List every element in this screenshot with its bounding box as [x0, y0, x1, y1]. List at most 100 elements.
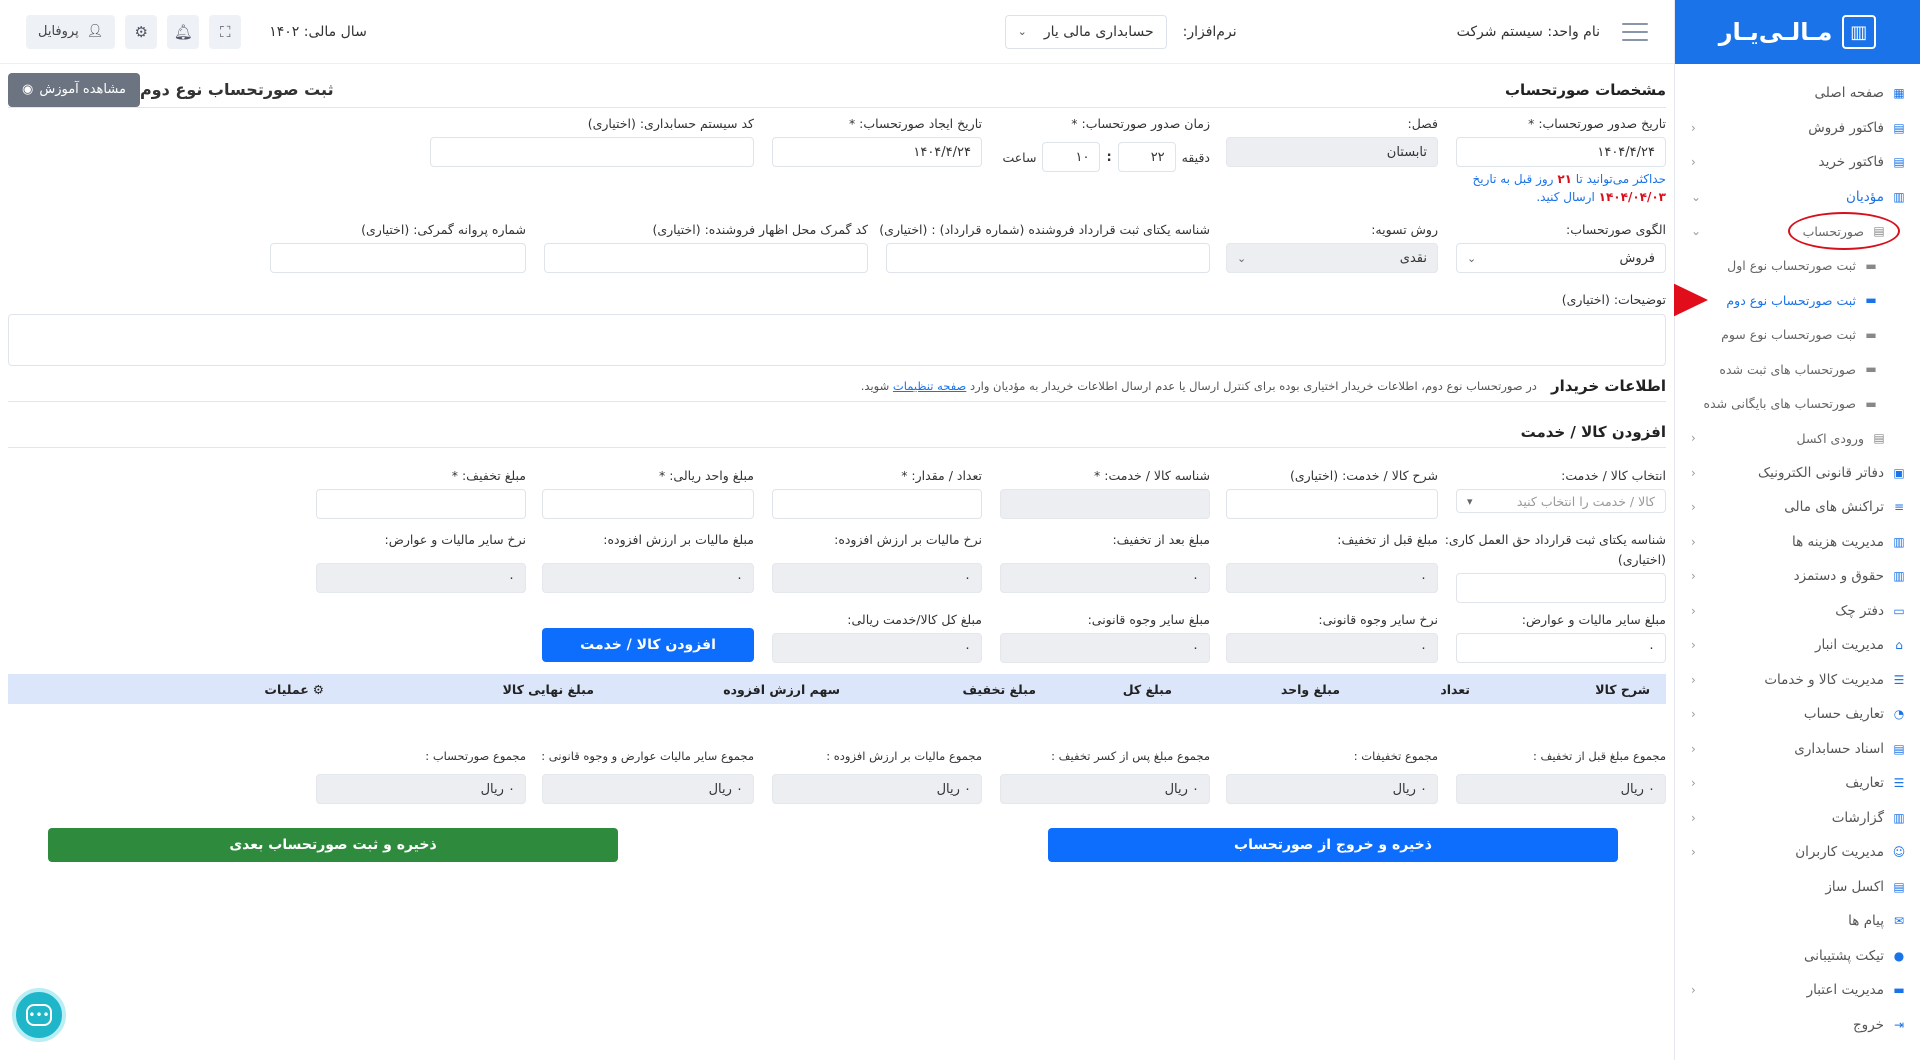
- pattern-select[interactable]: فروش ⌄: [1456, 243, 1666, 273]
- sidebar-item-purchase-invoice[interactable]: ▤ فاکتور خرید ‹: [1675, 145, 1920, 180]
- discount-input[interactable]: [316, 489, 526, 519]
- hour-input[interactable]: ۱۰: [1042, 142, 1101, 172]
- sidebar-item-reports[interactable]: ▥ گزارشات ‹: [1675, 801, 1920, 836]
- add-goods-button[interactable]: افزودن کالا / خدمت: [542, 628, 754, 662]
- col-vat-share: سهم ارزش افزوده: [723, 681, 840, 697]
- chat-button[interactable]: •••: [12, 988, 66, 1042]
- save-next-label: ذخیره و ثبت صورتحساب بعدی: [229, 837, 437, 853]
- col-operations: ⚙ عملیات: [264, 682, 324, 697]
- sidebar-item-definitions[interactable]: ☰ تعاریف ‹: [1675, 766, 1920, 801]
- notifications-button[interactable]: 🔔︎: [167, 14, 200, 49]
- settle-select[interactable]: نقدی ⌄: [1226, 243, 1438, 273]
- stack-icon: ≡: [1893, 500, 1905, 515]
- sidebar-item-legal-books[interactable]: ▣ دفاتر قانونی الکترونیک ‹: [1675, 456, 1920, 491]
- sidebar-item-taxpayers[interactable]: ▥ مؤدیان ⌄: [1675, 180, 1920, 215]
- pie-icon: ◔: [1893, 707, 1905, 722]
- sum-before-disc-label: مجموع مبلغ قبل از تخفیف :: [1533, 749, 1666, 763]
- goods-select-placeholder: کالا / خدمت را انتخاب کنید: [1516, 493, 1655, 509]
- sidebar-item-excel-builder[interactable]: ▤ اکسل ساز: [1675, 870, 1920, 905]
- sum-before-disc-value: ۰ ریال: [1456, 774, 1666, 804]
- sidebar-item-label: دفتر چک: [1835, 602, 1884, 619]
- other-legal-amount-label: مبلغ سایر وجوه قانونی:: [1087, 612, 1210, 627]
- users-icon: ☺: [1892, 845, 1906, 860]
- sidebar-item-invoice-type1[interactable]: ▬ ثبت صورتحساب نوع اول: [1675, 249, 1920, 284]
- sidebar-item-registered-invoices[interactable]: ▬ صورتحساب های ثبت شده: [1675, 352, 1920, 387]
- sidebar-item-home[interactable]: ▦ صفحه اصلی: [1675, 76, 1920, 111]
- sidebar-item-accounting-docs[interactable]: ▤ اسناد حسابداری ‹: [1675, 732, 1920, 767]
- settings-button[interactable]: ⚙: [125, 14, 158, 49]
- goods-id-field: شناسه کالا / خدمت: *: [1000, 466, 1210, 519]
- sidebar-item-transactions[interactable]: ≡ تراکنش های مالی ‹: [1675, 490, 1920, 525]
- sidebar-item-archived-invoices[interactable]: ▬ صورتحساب های بایگانی شده: [1675, 387, 1920, 422]
- goods-select[interactable]: کالا / خدمت را انتخاب کنید ▾: [1456, 489, 1666, 513]
- season-field: فصل: تابستان: [1226, 114, 1438, 167]
- sidebar-item-goods-services[interactable]: ☰ مدیریت کالا و خدمات ‹: [1675, 663, 1920, 698]
- sidebar-item-excel-input[interactable]: ▤ ورودی اکسل ‹: [1675, 421, 1920, 456]
- fullscreen-button[interactable]: ⛶: [209, 14, 242, 49]
- sidebar-item-sales-invoice[interactable]: ▤ فاکتور فروش ‹: [1675, 111, 1920, 146]
- issue-date-input[interactable]: ۱۴۰۴/۴/۲۴: [1456, 137, 1666, 167]
- sidebar-item-users[interactable]: ☺ مدیریت کاربران ‹: [1675, 835, 1920, 870]
- software-label: نرم‌افزار:: [1182, 23, 1237, 40]
- profile-label: پروفایل: [38, 24, 79, 39]
- goods-desc-input[interactable]: [1226, 489, 1438, 519]
- buyer-note-text: شوید.: [860, 378, 890, 393]
- chat-icon: ●: [1893, 948, 1905, 963]
- issue-date-label: تاریخ صدور صورتحساب: *: [1528, 116, 1666, 131]
- hour-label: ساعت: [1002, 149, 1037, 165]
- chevron-left-icon: ‹: [1691, 431, 1696, 446]
- software-select[interactable]: حسابداری مالی یار ⌄: [1004, 14, 1167, 49]
- sidebar-item-messages[interactable]: ✉ پیام ها: [1675, 904, 1920, 939]
- unit-price-label: مبلغ واحد ریالی: *: [659, 468, 754, 483]
- sidebar-item-support[interactable]: ● تیکت پشتیبانی: [1675, 939, 1920, 974]
- qty-input[interactable]: [772, 489, 982, 519]
- sidebar-item-payroll[interactable]: ▥ حقوق و دستمزد ‹: [1675, 559, 1920, 594]
- sidebar-item-logout[interactable]: ⇥ خروج: [1675, 1008, 1920, 1043]
- menu-toggle-icon[interactable]: [1622, 22, 1648, 41]
- chevron-down-icon: ⌄: [1467, 251, 1477, 265]
- chevron-left-icon: ‹: [1691, 155, 1696, 170]
- goods-section-header: افزودن کالا / خدمت: [8, 416, 1666, 448]
- settle-value: نقدی: [1399, 250, 1427, 266]
- chart-icon: ▥: [1893, 189, 1905, 204]
- software-select-value: حسابداری مالی یار: [1043, 23, 1154, 40]
- chevron-left-icon: ‹: [1691, 120, 1696, 135]
- app-logo[interactable]: مـالـی‌یـار ▥: [1675, 0, 1920, 64]
- description-textarea[interactable]: [8, 314, 1666, 366]
- annotation-circle: [1788, 212, 1900, 250]
- acc-code-label: کد سیستم حسابداری: (اختیاری): [587, 116, 754, 131]
- sidebar-item-label: صفحه اصلی: [1814, 85, 1884, 102]
- save-exit-button[interactable]: ذخیره و خروج از صورتحساب: [1048, 828, 1618, 862]
- work-contract-input[interactable]: [1456, 573, 1666, 603]
- sidebar-item-account-defs[interactable]: ◔ تعاریف حساب ‹: [1675, 697, 1920, 732]
- other-tax-amount-input[interactable]: ۰: [1456, 633, 1666, 663]
- col-goods-desc: شرح کالا: [1595, 681, 1650, 697]
- goods-select-label: انتخاب کالا / خدمت:: [1561, 468, 1666, 483]
- sidebar-item-expenses[interactable]: ▥ مدیریت هزینه ها ‹: [1675, 525, 1920, 560]
- settings-page-link[interactable]: صفحه تنظیمات: [893, 379, 966, 393]
- sum-invoice-label: مجموع صورتحساب :: [425, 749, 526, 763]
- sidebar-item-credit[interactable]: ▬ مدیریت اعتبار ‹: [1675, 973, 1920, 1008]
- sidebar-item-invoice-type3[interactable]: ▬ ثبت صورتحساب نوع سوم: [1675, 318, 1920, 353]
- customs-input[interactable]: [544, 243, 868, 273]
- sum-vat-label: مجموع مالیات بر ارزش افزوده :: [826, 749, 982, 763]
- other-legal-amount-value: ۰: [1192, 640, 1199, 656]
- minute-input[interactable]: ۲۲: [1117, 142, 1176, 172]
- sidebar-item-warehouse[interactable]: ⌂ مدیریت انبار ‹: [1675, 628, 1920, 663]
- license-input[interactable]: [270, 243, 526, 273]
- sidebar-item-invoice-type2[interactable]: ▬ ثبت صورتحساب نوع دوم: [1675, 283, 1920, 318]
- total-field: مبلغ کل کالا/خدمت ریالی: ۰: [772, 610, 982, 663]
- create-date-input[interactable]: ۱۴۰۴/۴/۲۴: [772, 137, 982, 167]
- tutorial-button[interactable]: مشاهده آموزش ◉: [8, 72, 140, 107]
- sidebar-item-checkbook[interactable]: ▭ دفتر چک ‹: [1675, 594, 1920, 629]
- contract-input[interactable]: [886, 243, 1210, 273]
- list-icon: ☰: [1893, 672, 1905, 687]
- profile-button[interactable]: 👤︎ پروفایل: [26, 14, 116, 49]
- vat-rate-input: ۰: [772, 563, 982, 593]
- sidebar-item-label: گزارشات: [1831, 809, 1884, 826]
- chevron-left-icon: ‹: [1691, 741, 1696, 756]
- acc-code-input[interactable]: [430, 137, 754, 167]
- work-contract-label: شناسه یکتای ثبت قرارداد حق العمل کاری:: [1444, 532, 1666, 547]
- save-next-button[interactable]: ذخیره و ثبت صورتحساب بعدی: [48, 828, 618, 862]
- unit-price-input[interactable]: [542, 489, 754, 519]
